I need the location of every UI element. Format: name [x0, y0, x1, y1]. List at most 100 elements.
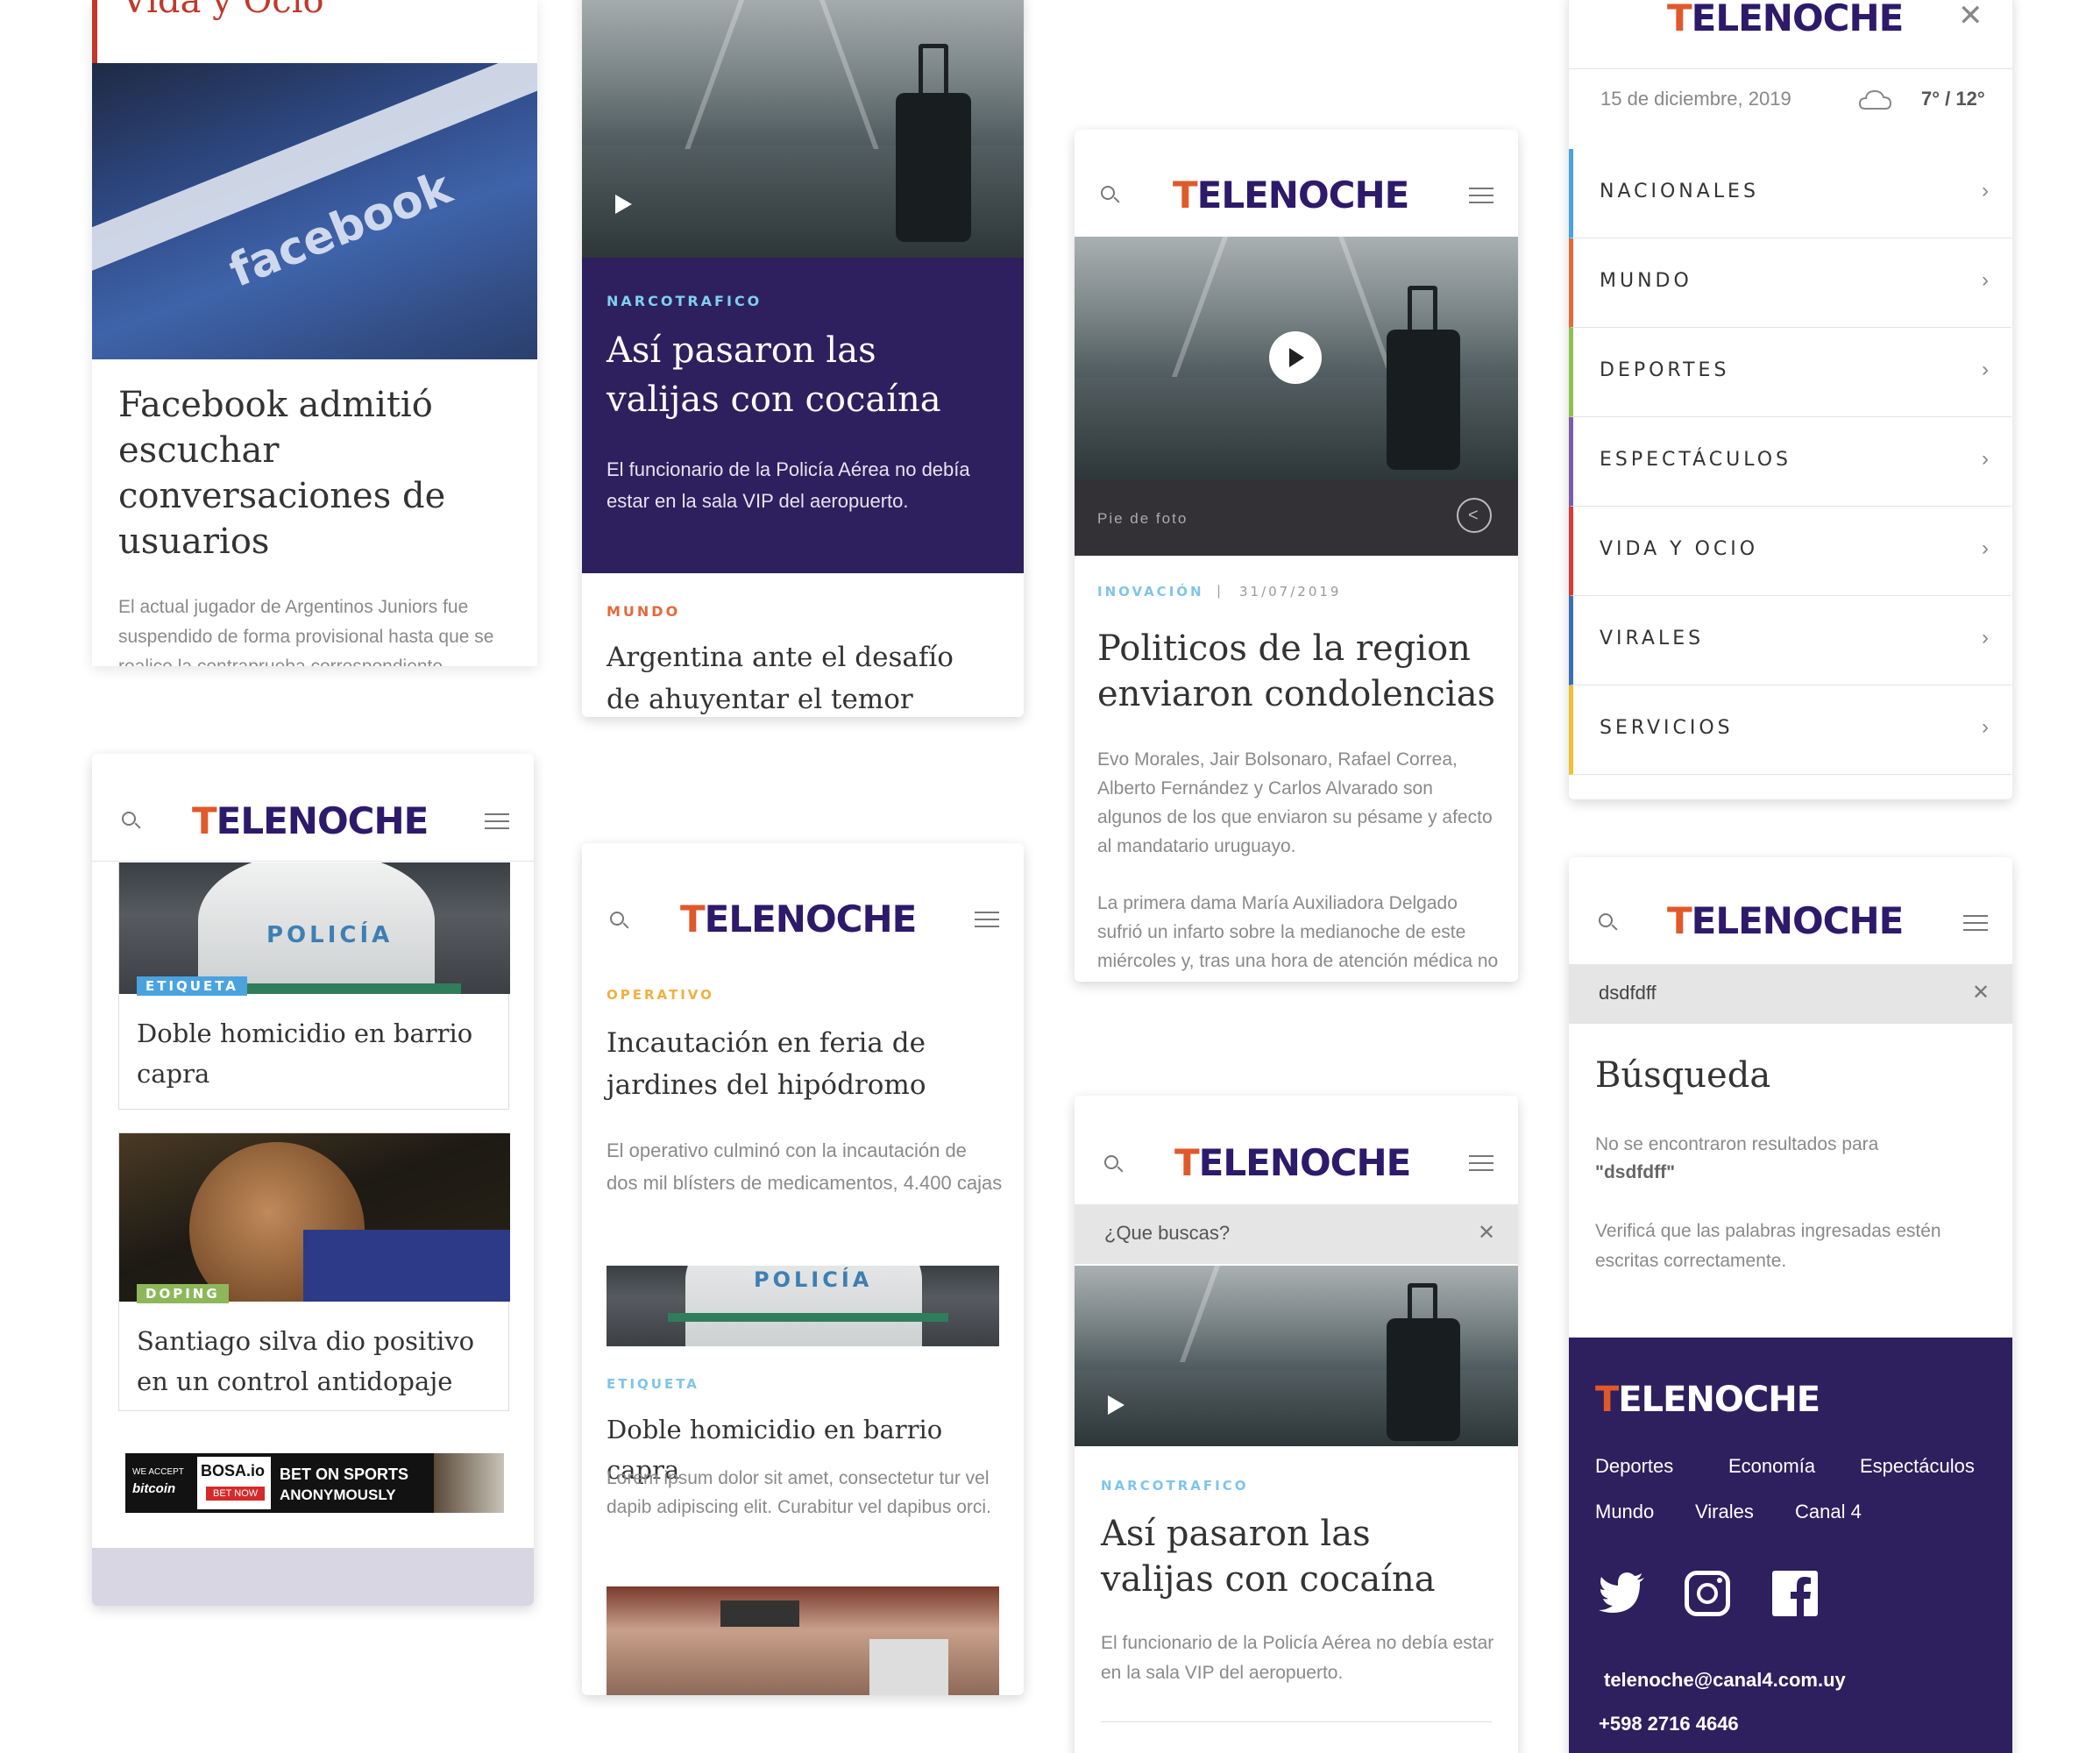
- menu-item-mundo[interactable]: MUNDO ›: [1569, 238, 2011, 328]
- logo[interactable]: TELENOCHE: [1667, 899, 1904, 942]
- menu-item-deportes[interactable]: DEPORTES ›: [1569, 328, 2011, 417]
- chevron-right-icon: ›: [1982, 179, 1989, 202]
- twitter-icon[interactable]: [1599, 1572, 1646, 1613]
- police-photo[interactable]: POLICÍA: [607, 1266, 999, 1346]
- article-list-card: TELENOCHE POLICÍA ETIQUETA Doble homicid…: [92, 754, 534, 1606]
- article-headline[interactable]: Así pasaron las valijas con cocaína: [1101, 1511, 1486, 1602]
- menu-item-label: ESPECTÁCULOS: [1600, 449, 1792, 471]
- menu-item-label: DEPORTES: [1600, 359, 1730, 381]
- ad-banner[interactable]: WE ACCEPT bitcoin BOSA.io BET NOW BET ON…: [125, 1453, 504, 1513]
- play-icon: [1289, 348, 1304, 367]
- logo[interactable]: TELENOCHE: [1174, 1141, 1411, 1184]
- ad-text: ANONYMOUSLY: [280, 1487, 396, 1503]
- footer-link-canal4[interactable]: Canal 4: [1795, 1501, 1862, 1523]
- facebook-photo[interactable]: facebook: [92, 63, 537, 359]
- footer-logo[interactable]: TELENOCHE: [1595, 1380, 1820, 1420]
- logo[interactable]: TELENOCHE: [1173, 174, 1409, 216]
- site-footer: TELENOCHE Deportes Economía Espectáculos…: [1569, 1338, 2012, 1753]
- menu-item-virales[interactable]: VIRALES ›: [1569, 596, 2011, 685]
- logo[interactable]: TELENOCHE: [680, 898, 917, 940]
- chevron-right-icon: ›: [1982, 447, 1989, 471]
- airport-photo[interactable]: [1075, 237, 1518, 480]
- chevron-right-icon: ›: [1982, 358, 1989, 381]
- airport-photo[interactable]: [1075, 1266, 1518, 1446]
- chevron-right-icon: ›: [1982, 536, 1989, 560]
- contact-phone[interactable]: +598 2716 4646: [1599, 1713, 1739, 1735]
- menu-item-nacionales[interactable]: NACIONALES ›: [1569, 149, 2011, 238]
- ad-text: BOSA.io: [201, 1462, 266, 1480]
- hamburger-menu-icon[interactable]: [975, 912, 999, 929]
- footer-link-deportes[interactable]: Deportes: [1595, 1455, 1673, 1478]
- article-paragraph: La primera dama María Auxiliadora Delgad…: [1097, 893, 1499, 971]
- article-headline: Doble homicidio en barrio capra: [137, 1018, 473, 1089]
- search-results-card: TELENOCHE dsdfdff ✕ Búsqueda No se encon…: [1569, 857, 2012, 1753]
- airport-photo[interactable]: [582, 0, 1024, 258]
- list-item[interactable]: DOPING Santiago silva dio positivo en un…: [118, 1132, 510, 1411]
- hamburger-menu-icon[interactable]: [485, 813, 509, 831]
- caption-bar: Pie de foto <: [1075, 480, 1518, 556]
- contact-email[interactable]: telenoche@canal4.com.uy: [1604, 1669, 1846, 1692]
- cloud-icon: [1858, 86, 1893, 110]
- article-card-operativo: TELENOCHE OPERATIVO Incautación en feria…: [582, 843, 1024, 1695]
- close-icon[interactable]: ✕: [1972, 980, 1990, 1005]
- police-label: POLICÍA: [266, 922, 394, 948]
- list-item[interactable]: POLICÍA ETIQUETA Doble homicidio en barr…: [118, 862, 510, 1110]
- article-excerpt: Lorem ipsum dolor sit amet, consectetur …: [607, 1468, 991, 1517]
- menu-item-servicios[interactable]: SERVICIOS ›: [1569, 685, 2011, 775]
- divider: [1101, 1721, 1492, 1722]
- close-icon[interactable]: ✕: [1958, 0, 1983, 33]
- footer-link-mundo[interactable]: Mundo: [1595, 1501, 1654, 1523]
- athlete-photo: [119, 1133, 510, 1302]
- share-icon[interactable]: <: [1457, 498, 1492, 533]
- menu-item-label: SERVICIOS: [1600, 717, 1734, 739]
- search-icon[interactable]: [120, 810, 141, 831]
- article-headline[interactable]: Facebook admitió escuchar conversaciones…: [118, 382, 495, 564]
- article-card-facebook: Vida y Ocio facebook Facebook admitió es…: [92, 0, 537, 666]
- menu-item-espectáculos[interactable]: ESPECTÁCULOS ›: [1569, 417, 2011, 507]
- article-excerpt: El funcionario de la Policía Aérea no de…: [1101, 1633, 1494, 1683]
- article-headline[interactable]: Incautación en feria de jardines del hip…: [607, 1022, 1001, 1106]
- play-icon[interactable]: [1108, 1395, 1124, 1415]
- play-button[interactable]: [1269, 331, 1322, 384]
- article-headline[interactable]: Politicos de la region enviaron condolen…: [1097, 626, 1501, 717]
- footer-link-espectaculos[interactable]: Espectáculos: [1860, 1455, 1975, 1478]
- facebook-icon[interactable]: [1772, 1571, 1818, 1616]
- article-headline[interactable]: Argentina ante el desafío de ahuyentar e…: [607, 636, 992, 717]
- logo[interactable]: TELENOCHE: [192, 799, 429, 842]
- search-icon[interactable]: [1597, 912, 1618, 933]
- category-label: NARCOTRAFICO: [1101, 1478, 1249, 1494]
- close-icon[interactable]: ✕: [1478, 1220, 1495, 1246]
- search-icon[interactable]: [1099, 184, 1120, 205]
- footer-link-virales[interactable]: Virales: [1695, 1501, 1754, 1523]
- play-icon[interactable]: [615, 195, 632, 214]
- feature-headline[interactable]: Así pasaron las valijas con cocaína: [607, 326, 992, 424]
- menu-item-label: MUNDO: [1600, 270, 1692, 292]
- footer-link-economia[interactable]: Economía: [1728, 1455, 1815, 1478]
- search-input[interactable]: dsdfdff: [1599, 982, 1657, 1004]
- hamburger-menu-icon[interactable]: [1469, 188, 1493, 205]
- menu-item-label: VIRALES: [1600, 628, 1705, 649]
- chevron-right-icon: ›: [1982, 626, 1989, 649]
- article-card-politicos: TELENOCHE Pie de foto < INOVACIÓN | 31/0…: [1075, 130, 1518, 982]
- search-open-card: TELENOCHE ¿Que buscas? ✕ NARCOTRAFICO As…: [1075, 1096, 1518, 1753]
- menu-item-label: VIDA Y OCIO: [1600, 538, 1759, 560]
- hamburger-menu-icon[interactable]: [1963, 915, 1988, 933]
- station-photo[interactable]: [607, 1586, 999, 1695]
- search-icon[interactable]: [1103, 1153, 1124, 1175]
- page-title: Búsqueda: [1595, 1055, 1771, 1096]
- separator: |: [1217, 583, 1224, 599]
- logo[interactable]: TELENOCHE: [1667, 0, 1904, 39]
- hamburger-menu-icon[interactable]: [1469, 1155, 1493, 1173]
- police-photo: POLICÍA: [119, 862, 510, 994]
- navigation-menu-card: TELENOCHE ✕ 15 de diciembre, 2019 7° / 1…: [1569, 0, 2012, 799]
- ad-button: BET NOW: [206, 1487, 266, 1501]
- menu-list: NACIONALES › MUNDO › DEPORTES › ESPECTÁCULOS › V…: [1569, 149, 2012, 775]
- search-input[interactable]: ¿Que buscas?: [1104, 1222, 1230, 1245]
- search-icon[interactable]: [608, 910, 629, 931]
- menu-item-vida-y-ocio[interactable]: VIDA Y OCIO ›: [1569, 507, 2011, 596]
- instagram-icon[interactable]: [1685, 1571, 1730, 1616]
- section-accent-bar: [92, 0, 97, 63]
- search-bar: ¿Que buscas? ✕: [1075, 1204, 1518, 1264]
- feature-panel: NARCOTRAFICO Así pasaron las valijas con…: [582, 258, 1024, 573]
- article-excerpt: El actual jugador de Argentinos Juniors …: [118, 597, 494, 666]
